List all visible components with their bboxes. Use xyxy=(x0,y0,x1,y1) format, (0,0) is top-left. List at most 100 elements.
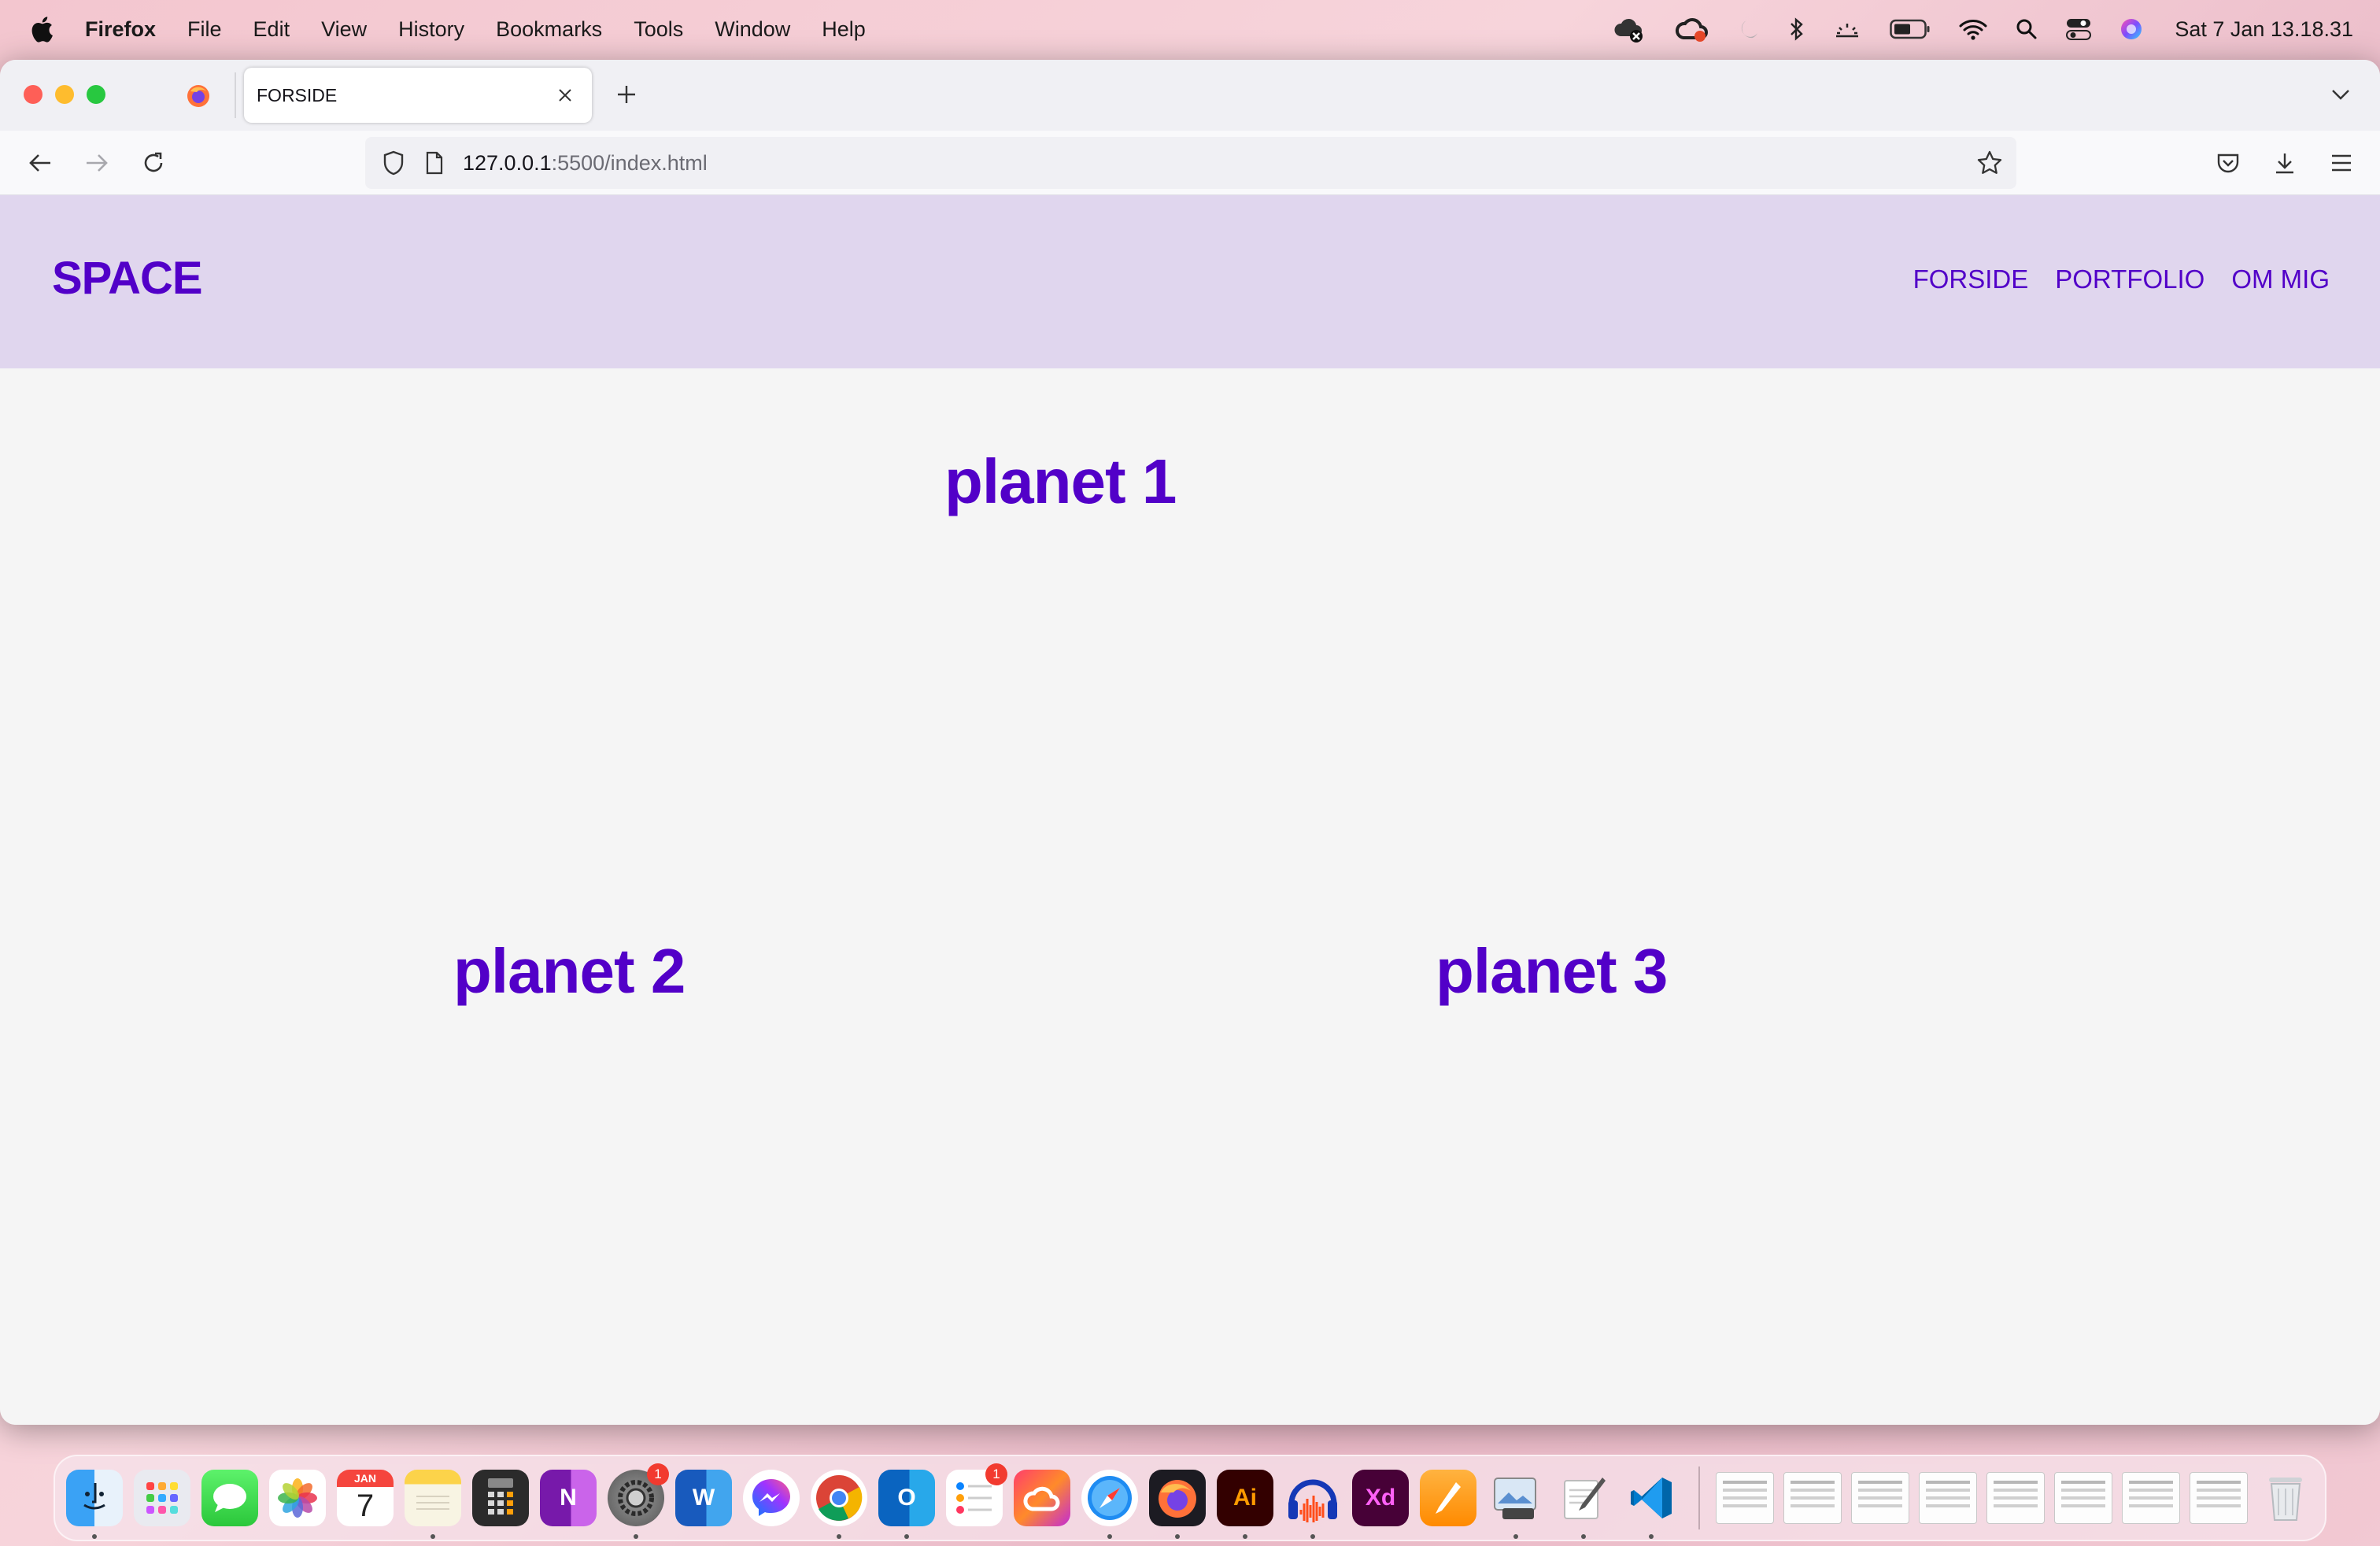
reminders-icon[interactable]: 1 xyxy=(946,1463,1007,1526)
tab-bar: FORSIDE xyxy=(0,60,2380,131)
new-tab-icon[interactable] xyxy=(611,79,642,110)
menu-bookmarks[interactable]: Bookmarks xyxy=(496,17,602,42)
creative-cloud-status-icon[interactable] xyxy=(1674,16,1709,43)
tab-separator xyxy=(235,72,236,118)
calendar-month: JAN xyxy=(337,1470,394,1487)
xd-label: Xd xyxy=(1365,1485,1396,1511)
battery-icon[interactable] xyxy=(1890,19,1931,39)
focus-moon-icon[interactable] xyxy=(1737,17,1761,41)
site-logo[interactable]: SPACE xyxy=(52,252,203,305)
back-arrow-icon[interactable] xyxy=(24,146,57,179)
reload-icon[interactable] xyxy=(137,146,170,179)
apple-menu-icon[interactable] xyxy=(28,14,55,44)
menu-view[interactable]: View xyxy=(321,17,367,42)
wifi-icon[interactable] xyxy=(1959,18,1987,40)
chrome-icon[interactable] xyxy=(811,1470,867,1539)
menu-help[interactable]: Help xyxy=(822,17,866,42)
planet-3-heading: planet 3 xyxy=(1436,936,1668,1006)
textedit-icon[interactable] xyxy=(1555,1470,1612,1539)
bluetooth-icon[interactable] xyxy=(1789,17,1805,42)
tab-forside[interactable]: FORSIDE xyxy=(244,68,592,123)
nav-link-portfolio[interactable]: PORTFOLIO xyxy=(2055,264,2204,294)
onenote-label: N xyxy=(560,1485,577,1511)
window-close-button[interactable] xyxy=(24,85,42,104)
menu-tools[interactable]: Tools xyxy=(634,17,683,42)
onenote-icon[interactable]: N xyxy=(540,1470,597,1526)
nav-link-om-mig[interactable]: OM MIG xyxy=(2231,264,2330,294)
page-info-icon[interactable] xyxy=(422,149,447,177)
url-path: :5500/index.html xyxy=(551,150,708,175)
browser-window: FORSIDE 127.0.0.1:5500/index.html SPACE … xyxy=(0,60,2380,1425)
vscode-icon[interactable] xyxy=(1623,1470,1680,1539)
finder-icon[interactable] xyxy=(66,1470,123,1539)
illustrator-label: Ai xyxy=(1233,1485,1257,1511)
dock: JAN 7 N 1 W O 1 Ai Xd xyxy=(54,1455,2326,1541)
menu-history[interactable]: History xyxy=(398,17,464,42)
minimized-window-thumbnail[interactable] xyxy=(1919,1472,1977,1524)
menu-edit[interactable]: Edit xyxy=(253,17,290,42)
status-area: Sat 7 Jan 13.18.31 xyxy=(1584,0,2353,58)
minimized-window-thumbnail[interactable] xyxy=(1716,1472,1774,1524)
menu-file[interactable]: File xyxy=(187,17,222,42)
nav-link-forside[interactable]: FORSIDE xyxy=(1913,264,2029,294)
forward-arrow-icon[interactable] xyxy=(80,146,113,179)
reminders-badge: 1 xyxy=(985,1463,1007,1485)
firefox-view-icon[interactable] xyxy=(186,83,211,109)
downloads-icon[interactable] xyxy=(2268,146,2301,179)
site-header: SPACE FORSIDE PORTFOLIO OM MIG xyxy=(0,195,2380,368)
notes-icon[interactable] xyxy=(405,1470,461,1539)
address-bar[interactable]: 127.0.0.1:5500/index.html xyxy=(365,137,2016,189)
siri-icon[interactable] xyxy=(2119,17,2143,41)
spotlight-search-icon[interactable] xyxy=(2016,18,2038,40)
calendar-day: 7 xyxy=(356,1489,375,1523)
minimized-window-thumbnail[interactable] xyxy=(2190,1472,2248,1524)
control-center-icon[interactable] xyxy=(2066,18,2092,40)
hamburger-menu-icon[interactable] xyxy=(2325,146,2358,179)
app-menu-firefox[interactable]: Firefox xyxy=(85,17,156,42)
system-settings-icon[interactable]: 1 xyxy=(608,1463,669,1539)
brightness-icon[interactable] xyxy=(1833,17,1861,41)
photos-icon[interactable] xyxy=(269,1470,326,1526)
pocket-icon[interactable] xyxy=(2212,146,2245,179)
xd-icon[interactable]: Xd xyxy=(1352,1470,1409,1526)
tracking-protection-shield-icon[interactable] xyxy=(379,149,408,177)
bookmark-star-icon[interactable] xyxy=(1974,147,2005,179)
navigation-toolbar: 127.0.0.1:5500/index.html xyxy=(0,131,2380,195)
minimized-window-thumbnail[interactable] xyxy=(1851,1472,1909,1524)
minimized-window-thumbnail[interactable] xyxy=(1986,1472,2045,1524)
minimized-window-thumbnail[interactable] xyxy=(2054,1472,2112,1524)
tab-title: FORSIDE xyxy=(257,84,338,105)
url-host: 127.0.0.1 xyxy=(463,150,552,175)
launchpad-icon[interactable] xyxy=(134,1470,190,1526)
messages-icon[interactable] xyxy=(201,1470,258,1526)
settings-badge: 1 xyxy=(647,1463,669,1485)
window-controls xyxy=(24,85,118,104)
calendar-icon[interactable]: JAN 7 xyxy=(337,1470,394,1526)
menu-window[interactable]: Window xyxy=(715,17,790,42)
list-all-tabs-chevron-icon[interactable] xyxy=(2325,79,2356,110)
firefox-icon[interactable] xyxy=(1149,1470,1206,1539)
preview-icon[interactable] xyxy=(1488,1470,1544,1539)
tab-close-icon[interactable] xyxy=(549,80,581,111)
messenger-icon[interactable] xyxy=(743,1470,800,1526)
window-minimize-button[interactable] xyxy=(55,85,74,104)
minimized-window-thumbnail[interactable] xyxy=(2122,1472,2180,1524)
minimized-window-thumbnail[interactable] xyxy=(1783,1472,1842,1524)
audacity-icon[interactable] xyxy=(1284,1470,1341,1539)
dock-separator xyxy=(1698,1466,1700,1529)
menu-bar: Firefox File Edit View History Bookmarks… xyxy=(0,0,2380,58)
outlook-label: O xyxy=(897,1485,916,1511)
calculator-icon[interactable] xyxy=(472,1470,529,1526)
illustrator-icon[interactable]: Ai xyxy=(1217,1470,1273,1539)
planet-1-heading: planet 1 xyxy=(944,446,1177,516)
cloud-sync-icon[interactable] xyxy=(1613,16,1646,43)
outlook-icon[interactable]: O xyxy=(878,1470,935,1539)
word-icon[interactable]: W xyxy=(675,1470,732,1526)
menubar-clock[interactable]: Sat 7 Jan 13.18.31 xyxy=(2175,17,2353,42)
creative-cloud-icon[interactable] xyxy=(1014,1470,1070,1526)
page-viewport: SPACE FORSIDE PORTFOLIO OM MIG planet 1 … xyxy=(0,195,2380,1425)
trash-icon[interactable] xyxy=(2257,1470,2314,1526)
safari-icon[interactable] xyxy=(1081,1470,1138,1539)
window-zoom-button[interactable] xyxy=(87,85,105,104)
pages-icon[interactable] xyxy=(1420,1470,1476,1526)
